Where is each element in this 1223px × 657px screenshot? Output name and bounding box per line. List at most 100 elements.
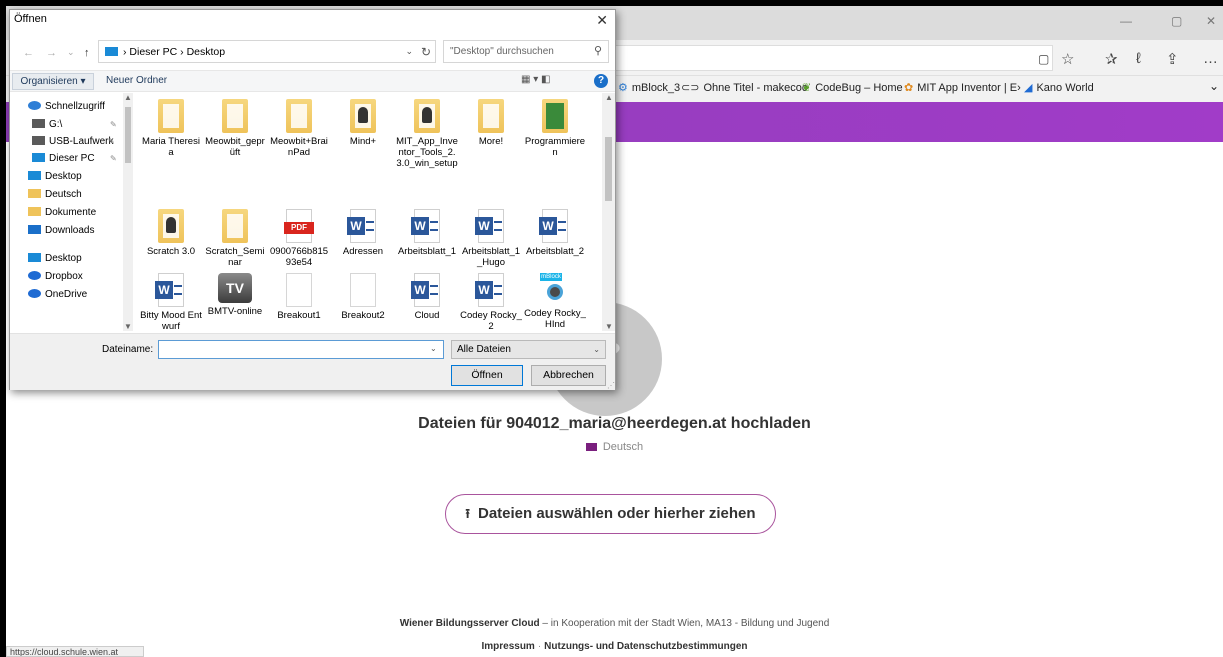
filetype-select[interactable]: Alle Dateien ⌄ — [451, 340, 606, 359]
search-input[interactable] — [444, 41, 584, 62]
nav-item[interactable]: Schnellzugriff — [28, 101, 105, 112]
view-options-icon[interactable]: ▦ ▾ ◧ — [521, 74, 550, 85]
nav-item[interactable]: Dieser PC — [32, 153, 95, 164]
favorites-overflow-icon[interactable]: ⌄ — [1209, 79, 1219, 93]
file-item[interactable]: More! — [460, 99, 522, 147]
search-icon[interactable]: ⚲ — [594, 44, 602, 57]
folder-icon — [222, 99, 248, 133]
filetype-value: Alle Dateien — [457, 344, 511, 355]
file-item[interactable]: MIT_App_Inventor_Tools_2.3.0_win_setup — [396, 99, 458, 169]
kano-icon: ◢ — [1024, 82, 1033, 94]
upload-button[interactable]: ⭱ Dateien auswählen oder hierher ziehen — [445, 494, 776, 534]
recent-locations-icon[interactable]: ⌄ — [67, 47, 75, 58]
privacy-link[interactable]: Nutzungs- und Datenschutzbestimmungen — [544, 641, 747, 652]
file-item[interactable]: W Arbeitsblatt_1_Hugo — [460, 209, 522, 268]
scroll-thumb[interactable] — [125, 107, 131, 163]
navigation-scrollbar[interactable]: ▲ ▼ — [123, 93, 133, 331]
nav-item-label: Desktop — [45, 171, 82, 182]
filename-input[interactable] — [158, 340, 444, 359]
nav-item[interactable]: Desktop — [28, 253, 82, 264]
nav-item[interactable]: G:\ — [32, 119, 62, 130]
path-dropdown-icon[interactable]: ⌄ — [405, 46, 413, 57]
web-note-icon[interactable]: ℓ — [1136, 50, 1141, 67]
nav-item[interactable]: OneDrive — [28, 289, 87, 300]
favorite-link[interactable]: ⚙ mBlock_3 — [618, 81, 680, 94]
file-item-label: Breakout2 — [341, 310, 385, 321]
file-item[interactable]: W Arbeitsblatt_2 — [524, 209, 586, 257]
nav-item[interactable]: Desktop — [28, 171, 82, 182]
scroll-up-icon[interactable]: ▲ — [124, 93, 132, 102]
new-folder-button[interactable]: Neuer Ordner — [106, 75, 167, 86]
reading-view-icon[interactable]: ▢ — [1038, 52, 1049, 66]
folder-icon — [585, 443, 597, 452]
file-item[interactable]: W Adressen — [332, 209, 394, 257]
search-field[interactable]: ⚲ — [443, 40, 609, 63]
blank-file-icon — [286, 273, 312, 307]
up-folder-icon[interactable]: ↑ — [84, 47, 90, 59]
file-item[interactable]: W Arbeitsblatt_1 — [396, 209, 458, 257]
forward-arrow-icon[interactable]: → — [46, 47, 57, 59]
favorite-link[interactable]: ✿ MIT App Inventor | E› — [904, 81, 1021, 94]
cancel-button[interactable]: Abbrechen — [531, 365, 606, 386]
folder-icon — [414, 99, 440, 133]
favorite-label: Kano World — [1036, 82, 1094, 94]
nav-item[interactable]: USB-Laufwerk — [32, 136, 113, 147]
scroll-thumb[interactable] — [605, 137, 612, 201]
target-folder[interactable]: Deutsch — [6, 441, 1223, 453]
file-item[interactable]: Programmieren — [524, 99, 586, 158]
star-icon — [28, 101, 41, 110]
file-item[interactable]: Meowbit+BrainPad — [268, 99, 330, 158]
maximize-button[interactable]: ▢ — [1171, 14, 1182, 28]
file-item[interactable]: Scratch_Seminar — [204, 209, 266, 268]
refresh-icon[interactable]: ↻ — [421, 45, 431, 59]
favorite-link[interactable]: ◢ Kano World — [1024, 81, 1094, 94]
scroll-up-icon[interactable]: ▲ — [605, 93, 613, 102]
close-window-button[interactable]: ✕ — [1206, 14, 1216, 28]
resize-grip-icon[interactable]: ⋰ — [607, 381, 615, 390]
download-icon — [28, 225, 41, 234]
file-list-scrollbar[interactable]: ▲ ▼ — [602, 93, 615, 331]
file-item[interactable]: W Cloud — [396, 273, 458, 321]
file-item[interactable]: W Codey Rocky_2 — [460, 273, 522, 331]
nav-item[interactable]: Dropbox — [28, 271, 83, 282]
pin-icon: ✎ — [110, 120, 117, 129]
file-item[interactable]: PDF 0900766b81593e54 — [268, 209, 330, 268]
file-item[interactable]: mBlock Codey Rocky_HInd — [524, 273, 586, 330]
back-arrow-icon[interactable]: ← — [23, 47, 34, 59]
breadcrumb[interactable]: › Dieser PC › Desktop ⌄ — [98, 40, 436, 63]
favorite-star-icon[interactable]: ☆ — [1061, 50, 1074, 68]
pin-icon: ✎ — [108, 137, 115, 146]
folder-icon — [478, 99, 504, 133]
favorite-link[interactable]: ⊂⊃ Ohne Titel - makecoc — [681, 81, 807, 94]
scroll-down-icon[interactable]: ▼ — [605, 322, 613, 331]
file-item[interactable]: W Bitty Mood Entwurf — [140, 273, 202, 331]
file-item[interactable]: Meowbit_geprüft — [204, 99, 266, 158]
help-icon[interactable]: ? — [594, 74, 608, 88]
file-item[interactable]: Maria Theresia — [140, 99, 202, 158]
nav-item[interactable]: Deutsch — [28, 189, 82, 200]
file-item[interactable]: Breakout1 — [268, 273, 330, 321]
organize-button[interactable]: Organisieren ▾ — [12, 73, 94, 90]
footer-credits: Wiener Bildungsserver Cloud – in Koopera… — [6, 618, 1223, 629]
scroll-down-icon[interactable]: ▼ — [124, 322, 132, 331]
nav-item[interactable]: Dokumente — [28, 207, 96, 218]
file-item[interactable]: Breakout2 — [332, 273, 394, 321]
share-icon[interactable]: ⇪ — [1166, 50, 1179, 68]
footer-text: – in Kooperation mit der Stadt Wien, MA1… — [539, 618, 830, 629]
file-item-label: Mind+ — [349, 136, 377, 147]
file-item[interactable]: Scratch 3.0 — [140, 209, 202, 257]
file-item[interactable]: Mind+ — [332, 99, 394, 147]
open-button[interactable]: Öffnen — [451, 365, 523, 386]
nav-item[interactable]: Downloads — [28, 225, 94, 236]
minimize-button[interactable]: — — [1120, 14, 1132, 28]
breadcrumb-path[interactable]: › Dieser PC › Desktop — [123, 46, 225, 58]
favorite-link[interactable]: ❦ CodeBug – Home — [802, 81, 903, 94]
file-item[interactable]: TV BMTV-online — [204, 273, 266, 317]
impressum-link[interactable]: Impressum — [481, 641, 534, 652]
filename-dropdown-icon[interactable]: ⌄ — [430, 344, 437, 353]
favorites-hub-icon[interactable]: ✰ — [1105, 50, 1118, 68]
more-icon[interactable]: … — [1203, 50, 1218, 67]
dialog-close-button[interactable]: ✕ — [596, 12, 608, 29]
footer-brand[interactable]: Wiener Bildungsserver Cloud — [400, 618, 540, 629]
address-bar-input[interactable] — [566, 45, 1053, 71]
